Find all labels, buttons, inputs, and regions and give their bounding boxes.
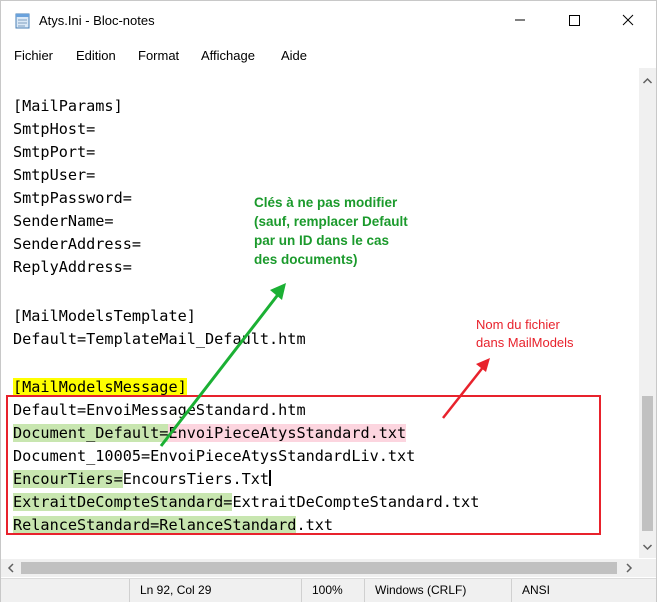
value-text: EncoursTiers.Txt — [122, 470, 270, 488]
key-highlight: EncourTiers= — [13, 470, 123, 488]
value-text: .txt — [296, 516, 334, 534]
text-line: Document_Default=EnvoiPieceAtysStandard.… — [13, 422, 407, 444]
annotation-line: par un ID dans le cas — [254, 233, 390, 248]
key-highlight: RelanceStandard=RelanceStandard — [13, 516, 297, 534]
notepad-window: Atys.Ini - Bloc-notes Fichier Edition Fo… — [0, 0, 657, 602]
text-line: Default=EnvoiMessageStandard.htm — [13, 401, 306, 419]
menu-affichage[interactable]: Affichage — [201, 48, 255, 63]
window-title: Atys.Ini - Bloc-notes — [39, 13, 155, 28]
section-highlight: [MailModelsMessage] — [13, 378, 187, 396]
text-cursor — [269, 470, 272, 486]
text-line: SmtpPort= — [13, 143, 96, 161]
vertical-scrollbar[interactable] — [639, 68, 656, 558]
maximize-icon — [569, 15, 580, 26]
text-line: SenderName= — [13, 212, 114, 230]
notepad-icon — [15, 13, 30, 29]
annotation-line: Clés à ne pas modifier — [254, 195, 398, 210]
text-line: RelanceStandard=RelanceStandard.txt — [13, 514, 333, 536]
text-line: EncourTiers=EncoursTiers.Txt — [13, 468, 272, 490]
status-position: Ln 92, Col 29 — [129, 579, 290, 602]
annotation-line: (sauf, remplacer Default — [254, 214, 408, 229]
annotation-line: des documents) — [254, 252, 358, 267]
key-highlight: Document_Default= — [13, 424, 169, 442]
close-button[interactable] — [602, 1, 654, 39]
annotation-line: dans MailModels — [476, 335, 574, 350]
menu-format[interactable]: Format — [138, 48, 179, 63]
text-line: SmtpUser= — [13, 166, 96, 184]
horizontal-scrollbar[interactable] — [1, 559, 656, 577]
status-encoding: ANSI — [511, 579, 652, 602]
scrollbar-corner — [639, 559, 656, 577]
text-line: Document_10005=EnvoiPieceAtysStandardLiv… — [13, 447, 416, 465]
horizontal-scroll-thumb[interactable] — [21, 562, 617, 574]
menu-edition[interactable]: Edition — [76, 48, 116, 63]
status-bar: Ln 92, Col 29 100% Windows (CRLF) ANSI — [1, 578, 656, 602]
text-line: ReplyAddress= — [13, 258, 132, 276]
text-line: [MailParams] — [13, 97, 123, 115]
text-line: Default=TemplateMail_Default.htm — [13, 330, 306, 348]
status-line-ending: Windows (CRLF) — [364, 579, 505, 602]
scroll-left-icon[interactable] — [3, 560, 19, 576]
text-editor[interactable]: [MailParams] SmtpHost= SmtpPort= SmtpUse… — [1, 68, 639, 558]
title-bar: Atys.Ini - Bloc-notes — [1, 1, 656, 39]
green-annotation: Clés à ne pas modifier (sauf, remplacer … — [254, 193, 464, 269]
value-text: ExtraitDeCompteStandard.txt — [232, 493, 480, 511]
text-line: [MailModelsTemplate] — [13, 307, 196, 325]
menu-bar: Fichier Edition Format Affichage Aide — [1, 43, 656, 67]
menu-fichier[interactable]: Fichier — [14, 48, 53, 63]
key-highlight: ExtraitDeCompteStandard= — [13, 493, 233, 511]
close-icon — [622, 14, 634, 26]
minimize-icon — [515, 19, 525, 21]
text-line: SmtpPassword= — [13, 189, 132, 207]
scroll-down-icon[interactable] — [639, 538, 656, 556]
text-line: SenderAddress= — [13, 235, 142, 253]
maximize-button[interactable] — [548, 1, 600, 39]
status-zoom: 100% — [301, 579, 354, 602]
text-line: SmtpHost= — [13, 120, 96, 138]
minimize-button[interactable] — [494, 1, 546, 39]
menu-aide[interactable]: Aide — [281, 48, 307, 63]
text-line: [MailModelsMessage] — [13, 376, 187, 398]
annotation-line: Nom du fichier — [476, 317, 560, 332]
scroll-up-icon[interactable] — [639, 72, 656, 90]
value-highlight: EnvoiPieceAtysStandard.txt — [168, 424, 407, 442]
scroll-right-icon[interactable] — [621, 560, 637, 576]
vertical-scroll-thumb[interactable] — [642, 396, 653, 531]
text-line: ExtraitDeCompteStandard=ExtraitDeCompteS… — [13, 491, 479, 513]
red-annotation: Nom du fichier dans MailModels — [476, 316, 626, 352]
